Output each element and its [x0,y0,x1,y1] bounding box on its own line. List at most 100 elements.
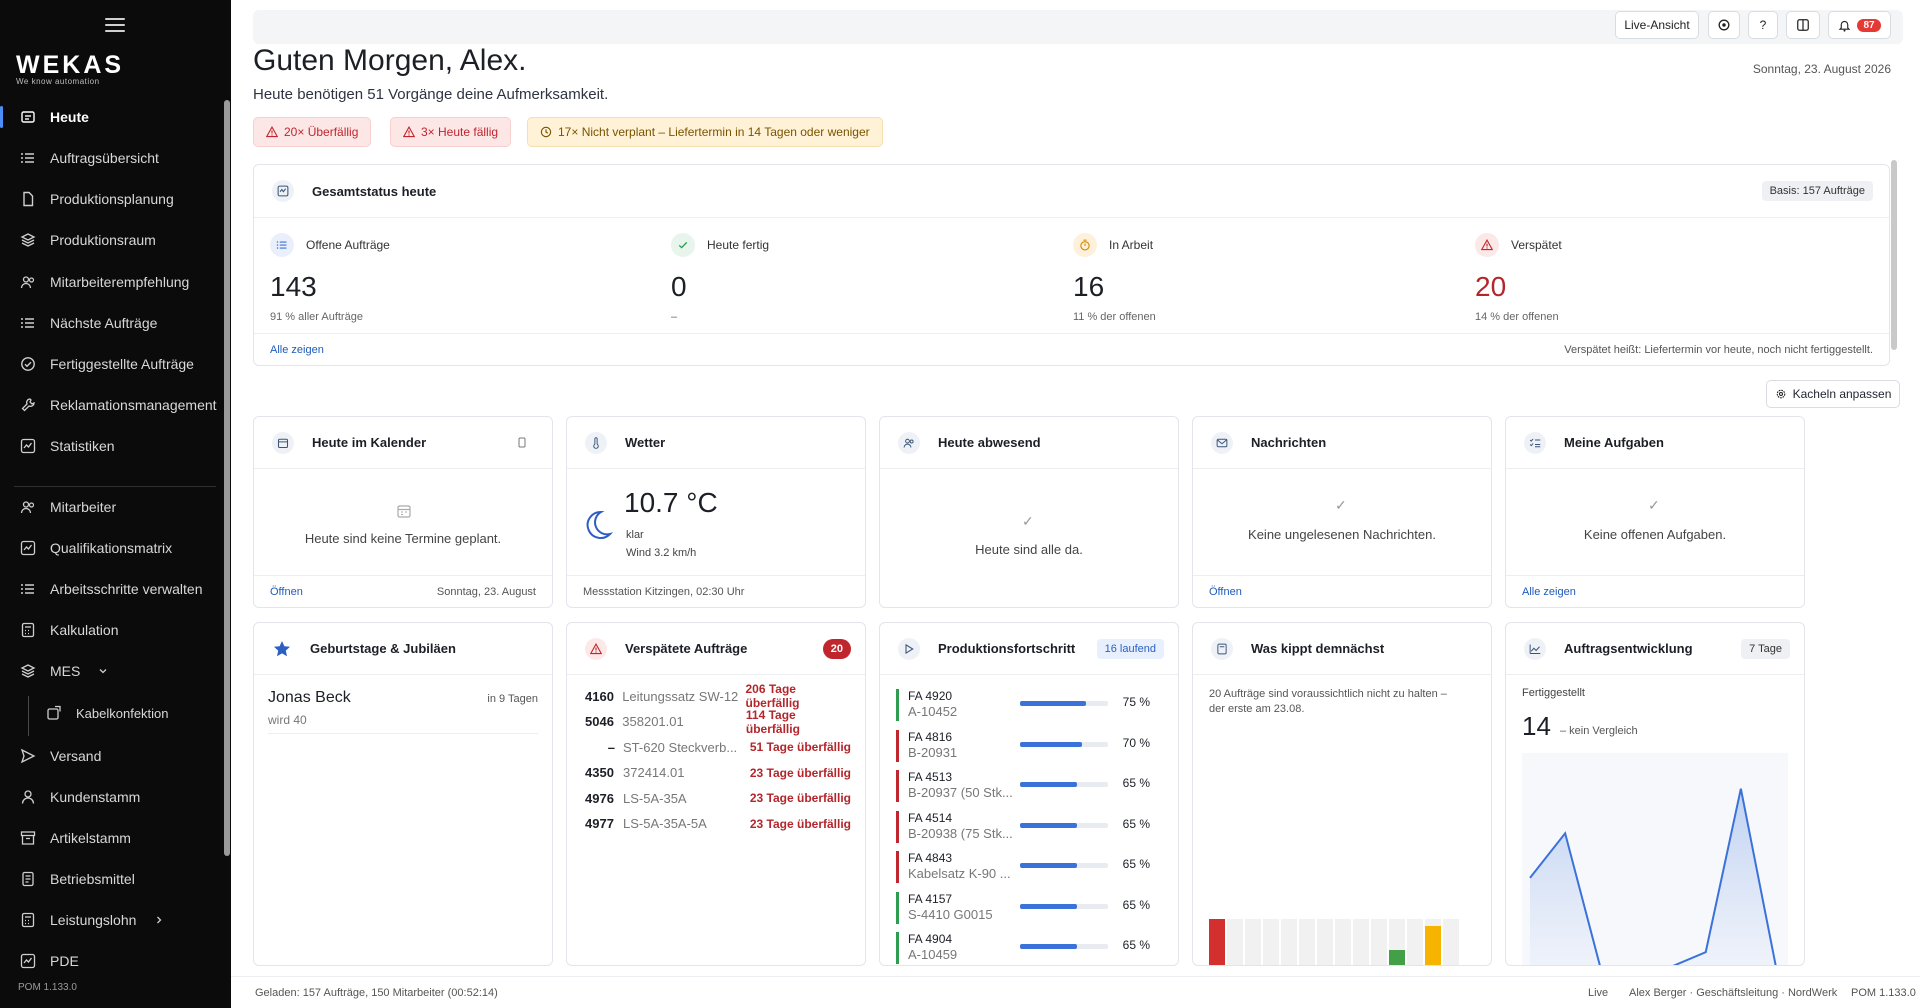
stat-open-value: 143 [270,271,317,302]
status-stripe [896,891,899,924]
tipping-summary: 20 Aufträge sind voraussichtlich nicht z… [1209,688,1447,715]
production-progress-tile: Produktionsfortschritt 16 laufend FA 492… [879,622,1179,966]
panel-toggle-button[interactable] [1786,11,1820,39]
show-all-link[interactable]: Alle zeigen [270,344,324,356]
sidebar-item-versand[interactable]: Versand [0,737,222,775]
late-order-row[interactable]: 4977 LS-5A-35A-5A 23 Tage überfällig [585,813,851,835]
sidebar-item-reklamationsmanagement[interactable]: Reklamationsmanagement [0,386,222,424]
main-scrollbar[interactable] [1891,160,1897,350]
progress-track [1020,782,1108,787]
notifications-button[interactable]: 87 [1828,11,1891,39]
list-icon [270,233,294,257]
alert-unplanned-button[interactable]: 17× Nicht verplant – Liefertermin in 14 … [527,117,883,147]
sidebar-item-artikelstamm[interactable]: Artikelstamm [0,819,222,857]
production-order-article: A-10452 [908,704,958,719]
settings-button[interactable] [1708,11,1740,39]
late-order-row[interactable]: – ST-620 Steckverb... 51 Tage überfällig [585,736,851,758]
chevron-right-icon [157,916,162,924]
production-order-row[interactable]: FA 4843 Kabelsatz K-90 ... 65 % [896,851,1162,885]
sidebar-item-arbeitsschritte-verwalten[interactable]: Arbeitsschritte verwalten [0,570,222,608]
tipping-day-bar[interactable] [1425,926,1441,965]
user-icon [21,790,35,804]
sidebar-item-label: Kabelkonfektion [76,705,169,721]
sidebar-item-auftrags-bersicht[interactable]: Auftragsübersicht [0,139,222,177]
messages-open-link[interactable]: Öffnen [1209,586,1242,598]
sidebar-item-kundenstamm[interactable]: Kundenstamm [0,778,222,816]
calendar-open-link[interactable]: Öffnen [270,586,303,598]
sidebar-item-heute[interactable]: Heute [0,98,222,136]
production-order-id: FA 4816 [908,729,953,744]
production-order-row[interactable]: FA 4514 B-20938 (75 Stk... 65 % [896,810,1162,845]
sidebar-item-mitarbeiter[interactable]: Mitarbeiter [0,488,222,526]
page-title: Guten Morgen, Alex. [253,44,527,77]
progress-track [1020,701,1108,706]
archive-icon [20,831,36,845]
sidebar-item-kabelkonfektion[interactable]: Kabelkonfektion [0,694,222,732]
production-progress-header: Produktionsfortschritt 16 laufend [880,623,1178,675]
sidebar-item-label: MES [50,663,81,679]
sidebar-item-produktionsraum[interactable]: Produktionsraum [0,221,222,259]
sidebar-item-kalkulation[interactable]: Kalkulation [0,611,222,649]
help-button[interactable]: ? [1748,11,1778,39]
tipping-day-slot [1371,919,1387,965]
tipping-title: Was kippt demnächst [1251,641,1385,656]
production-order-row[interactable]: FA 4904 A-10459 65 % [896,932,1162,965]
late-order-row[interactable]: 5046 358201.01 114 Tage überfällig [585,708,851,736]
progress-fill [1020,903,1078,909]
sidebar-item-qualifikationsmatrix[interactable]: Qualifikationsmatrix [0,529,222,567]
production-order-row[interactable]: FA 4157 S-4410 G0015 65 % [896,891,1162,926]
tipping-day-bar[interactable] [1209,919,1225,965]
sidebar-scrollbar[interactable] [224,100,230,856]
layers-icon [20,233,36,247]
production-order-id: FA 4904 [908,932,953,946]
production-order-row[interactable]: FA 4920 A-10452 75 % [896,689,1162,723]
sidebar-item-produktionsplanung[interactable]: Produktionsplanung [0,180,222,218]
sidebar-item-label: Reklamationsmanagement [50,397,217,413]
late-order-row[interactable]: 4976 LS-5A-35A 23 Tage überfällig [585,787,851,809]
stat-late[interactable]: Verspätet 20 14 % der offenen [1475,233,1855,323]
weather-footer: Messstation Kitzingen, 02:30 Uhr [567,575,865,607]
sidebar-item-mes[interactable]: MES [0,652,222,690]
stat-done-label: Heute fertig [707,238,770,252]
status-live: Live [1588,987,1609,999]
customize-tiles-button[interactable]: Kacheln anpassen [1766,380,1900,408]
sidebar-item-label: Qualifikationsmatrix [50,540,173,556]
sidebar-item-betriebsmittel[interactable]: Betriebsmittel [0,860,222,898]
overall-status-title: Gesamtstatus heute [312,183,437,199]
sidebar-item-leistungslohn[interactable]: Leistungslohn [0,901,222,939]
production-order-row[interactable]: FA 4816 B-20931 70 % [896,729,1162,764]
progress-track [1020,903,1108,909]
sidebar-item-pde[interactable]: PDE [0,942,222,980]
late-order-article: LS-5A-35A [623,790,687,806]
late-order-id: 4977 [585,816,614,831]
warning-icon [403,126,415,138]
alert-overdue-label: 20× Überfällig [284,125,359,139]
live-view-button[interactable]: Live-Ansicht [1615,11,1699,39]
alert-overdue-button[interactable]: 20× Überfällig [253,117,372,147]
menu-toggle-icon[interactable] [105,18,125,34]
help-label: ? [1759,18,1767,32]
late-order-row[interactable]: 4350 372414.01 23 Tage überfällig [585,762,851,784]
customize-tiles-label: Kacheln anpassen [1792,387,1892,401]
tipping-day-bar[interactable] [1389,950,1405,965]
trend-range-badge[interactable]: 7 Tage [1741,638,1790,659]
send-icon [20,748,36,764]
alert-due-today-button[interactable]: 3× Heute fällig [390,117,512,147]
sidebar-item-mitarbeiterempfehlung[interactable]: Mitarbeiterempfehlung [0,263,222,301]
weather-condition: klar [626,529,644,541]
phone-icon[interactable] [518,437,526,448]
status-stripe [896,932,899,964]
trend-metric-label: Fertiggestellt [1522,687,1585,699]
stat-open-orders[interactable]: Offene Aufträge 143 91 % aller Aufträge [270,233,650,323]
stat-in-progress[interactable]: In Arbeit 16 11 % der offenen [1073,233,1453,323]
late-order-article: Leitungssatz SW-12 [622,688,739,704]
sidebar-item-fertiggestellte-auftr-ge[interactable]: Fertiggestellte Aufträge [0,345,222,383]
sidebar-item-statistiken[interactable]: Statistiken [0,427,222,465]
tasks-show-all-link[interactable]: Alle zeigen [1522,586,1576,598]
production-order-row[interactable]: FA 4513 B-20937 (50 Stk... 65 % [896,770,1162,804]
stat-done-today[interactable]: Heute fertig 0 – [671,233,1051,323]
late-order-row[interactable]: 4160 Leitungssatz SW-12 206 Tage überfälli… [585,682,851,710]
sidebar-item-label: Produktionsraum [50,232,156,248]
sidebar-item-n-chste-auftr-ge[interactable]: Nächste Aufträge [0,304,222,342]
sidebar-item-label: Betriebsmittel [50,871,135,887]
